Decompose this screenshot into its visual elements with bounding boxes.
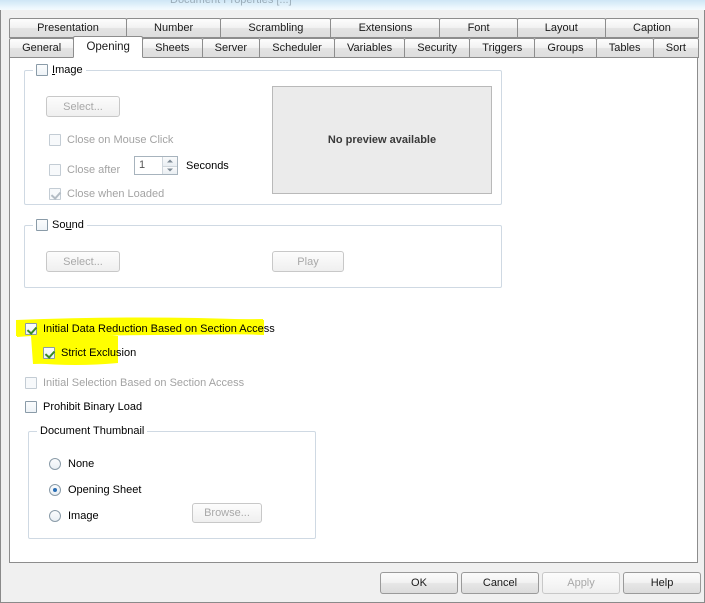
tab-caption[interactable]: Caption: [604, 18, 700, 38]
prohibit-binary-load-row[interactable]: Prohibit Binary Load: [25, 401, 142, 413]
tab-extensions[interactable]: Extensions: [330, 18, 441, 38]
initial-data-reduction-checkbox[interactable]: [25, 323, 37, 335]
tab-variables[interactable]: Variables: [333, 38, 406, 58]
sound-group: Sound Select... Play: [24, 219, 502, 288]
prohibit-binary-load-label: Prohibit Binary Load: [43, 401, 143, 413]
tab-sort[interactable]: Sort: [652, 38, 700, 58]
tab-general[interactable]: General: [9, 38, 75, 58]
initial-data-reduction-label: Initial Data Reduction Based on Section …: [43, 323, 275, 335]
strict-exclusion-row[interactable]: Strict Exclusion: [43, 347, 136, 359]
image-enable-checkbox[interactable]: [36, 64, 48, 76]
tab-row-lower: General Opening Sheets Server Scheduler …: [9, 36, 700, 58]
image-preview-pane: No preview available: [272, 86, 492, 194]
initial-data-reduction-row[interactable]: Initial Data Reduction Based on Section …: [25, 323, 275, 335]
thumbnail-option-image[interactable]: Image: [49, 510, 99, 522]
close-on-mouse-click-checkbox[interactable]: [49, 134, 61, 146]
tab-scheduler[interactable]: Scheduler: [259, 38, 335, 58]
sound-group-label: Sound: [52, 219, 84, 231]
thumbnail-browse-button[interactable]: Browse...: [192, 503, 262, 523]
tab-server[interactable]: Server: [201, 38, 261, 58]
stepper-down-icon[interactable]: [163, 165, 177, 174]
close-after-row[interactable]: Close after: [49, 164, 120, 176]
opening-tab-panel: Image Select... Close on Mouse Click Clo…: [9, 57, 698, 563]
tab-strip: Presentation Number Scrambling Extension…: [9, 18, 700, 58]
close-after-seconds-value[interactable]: 1: [135, 157, 162, 174]
strict-exclusion-checkbox[interactable]: [43, 347, 55, 359]
thumbnail-option-opening-sheet[interactable]: Opening Sheet: [49, 484, 141, 496]
sound-play-button[interactable]: Play: [272, 251, 344, 272]
help-button[interactable]: Help: [623, 572, 701, 594]
tab-row-upper: Presentation Number Scrambling Extension…: [9, 18, 700, 38]
document-thumbnail-group: Document Thumbnail None Opening Sheet Im…: [28, 425, 316, 539]
document-thumbnail-legend: Document Thumbnail: [37, 425, 148, 437]
initial-selection-label: Initial Selection Based on Section Acces…: [43, 377, 245, 389]
document-thumbnail-label: Document Thumbnail: [40, 425, 145, 437]
close-when-loaded-label: Close when Loaded: [67, 188, 165, 200]
stepper-up-icon[interactable]: [163, 157, 177, 166]
seconds-unit-label: Seconds: [186, 160, 229, 172]
image-group-label: Image: [52, 64, 83, 76]
close-after-label: Close after: [67, 164, 121, 176]
sound-group-legend: Sound: [33, 219, 87, 231]
close-when-loaded-row[interactable]: Close when Loaded: [49, 188, 164, 200]
apply-button: Apply: [542, 572, 620, 594]
close-when-loaded-checkbox[interactable]: [49, 188, 61, 200]
tab-tables[interactable]: Tables: [595, 38, 654, 58]
image-preview-text: No preview available: [327, 134, 437, 146]
thumbnail-opening-sheet-radio[interactable]: [49, 484, 61, 496]
strict-exclusion-label: Strict Exclusion: [61, 347, 137, 359]
cancel-button[interactable]: Cancel: [461, 572, 539, 594]
tab-number[interactable]: Number: [125, 18, 222, 38]
tab-security[interactable]: Security: [404, 38, 471, 58]
thumbnail-image-radio[interactable]: [49, 510, 61, 522]
window-title: Document Properties [...]: [170, 0, 292, 6]
image-group: Image Select... Close on Mouse Click Clo…: [24, 64, 502, 205]
thumbnail-option-none[interactable]: None: [49, 458, 94, 470]
tab-presentation[interactable]: Presentation: [9, 18, 127, 38]
thumbnail-image-label: Image: [68, 510, 99, 522]
window-titlebar: Document Properties [...]: [0, 0, 705, 10]
ok-button[interactable]: OK: [380, 572, 458, 594]
tab-layout[interactable]: Layout: [516, 18, 606, 38]
sound-select-button[interactable]: Select...: [46, 251, 120, 272]
initial-selection-row[interactable]: Initial Selection Based on Section Acces…: [25, 377, 244, 389]
close-after-seconds-stepper[interactable]: 1: [134, 156, 178, 175]
close-after-checkbox[interactable]: [49, 164, 61, 176]
thumbnail-opening-sheet-label: Opening Sheet: [68, 484, 142, 496]
stepper-arrows: [162, 157, 177, 174]
close-on-mouse-click-label: Close on Mouse Click: [67, 134, 174, 146]
thumbnail-none-radio[interactable]: [49, 458, 61, 470]
thumbnail-none-label: None: [68, 458, 95, 470]
initial-selection-checkbox[interactable]: [25, 377, 37, 389]
tab-groups[interactable]: Groups: [534, 38, 597, 58]
image-select-button[interactable]: Select...: [46, 96, 120, 117]
tab-font[interactable]: Font: [439, 18, 518, 38]
document-properties-dialog: Presentation Number Scrambling Extension…: [0, 10, 705, 603]
tab-opening[interactable]: Opening: [73, 36, 144, 58]
prohibit-binary-load-checkbox[interactable]: [25, 401, 37, 413]
tab-triggers[interactable]: Triggers: [469, 38, 536, 58]
tab-scrambling[interactable]: Scrambling: [220, 18, 332, 38]
close-on-mouse-click-row[interactable]: Close on Mouse Click: [49, 134, 173, 146]
tab-sheets[interactable]: Sheets: [142, 38, 203, 58]
image-group-legend: Image: [33, 64, 86, 76]
sound-enable-checkbox[interactable]: [36, 219, 48, 231]
